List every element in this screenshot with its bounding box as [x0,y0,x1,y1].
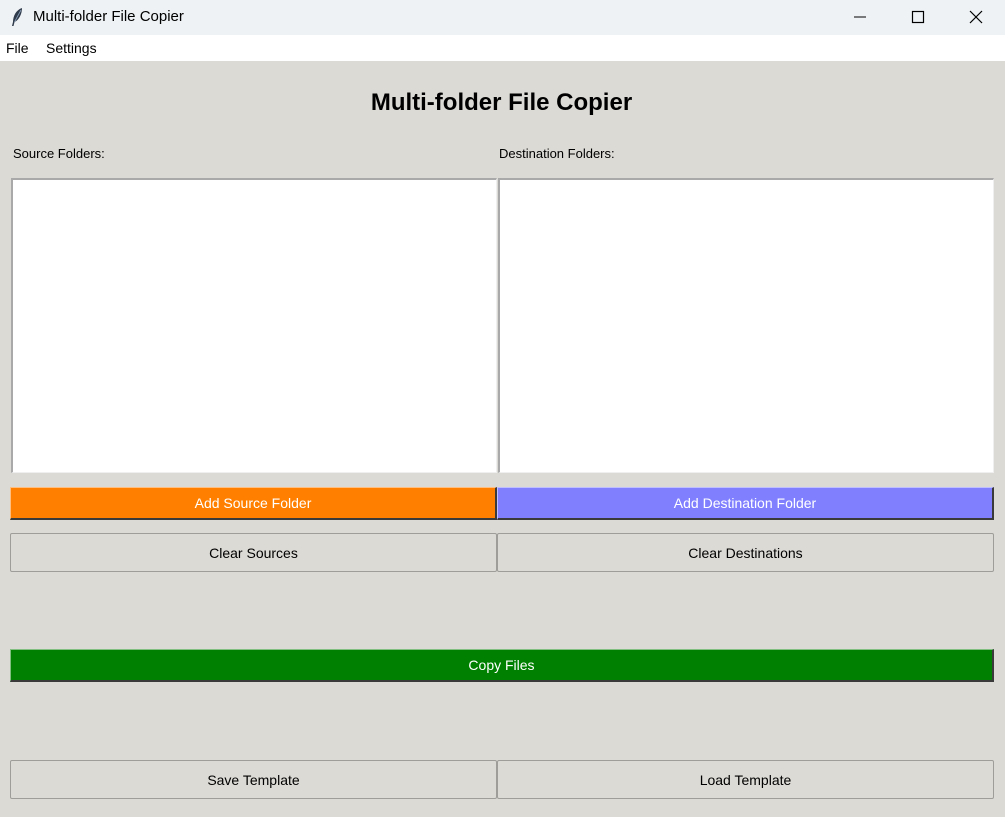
maximize-button[interactable] [890,0,948,35]
title-bar: Multi-folder File Copier [0,0,1005,35]
feather-icon [12,8,22,26]
minimize-icon [854,16,866,18]
source-folders-list[interactable] [11,178,497,473]
clear-destinations-button[interactable]: Clear Destinations [497,533,994,572]
copy-files-button[interactable]: Copy Files [10,649,994,682]
destination-folders-list[interactable] [498,178,994,473]
minimize-button[interactable] [832,0,890,35]
maximize-icon [911,10,925,24]
save-template-button[interactable]: Save Template [10,760,497,799]
close-button[interactable] [948,0,1005,35]
destination-folders-label: Destination Folders: [499,146,615,161]
add-destination-folder-button[interactable]: Add Destination Folder [497,487,994,520]
menu-settings[interactable]: Settings [46,40,97,56]
page-title: Multi-folder File Copier [370,89,633,116]
add-source-folder-button[interactable]: Add Source Folder [10,487,497,520]
source-folders-label: Source Folders: [13,146,105,161]
window-title: Multi-folder File Copier [33,8,184,25]
close-icon [969,10,983,24]
menu-file[interactable]: File [6,40,29,56]
load-template-button[interactable]: Load Template [497,760,994,799]
clear-sources-button[interactable]: Clear Sources [10,533,497,572]
menu-bar: File Settings [0,35,1005,61]
